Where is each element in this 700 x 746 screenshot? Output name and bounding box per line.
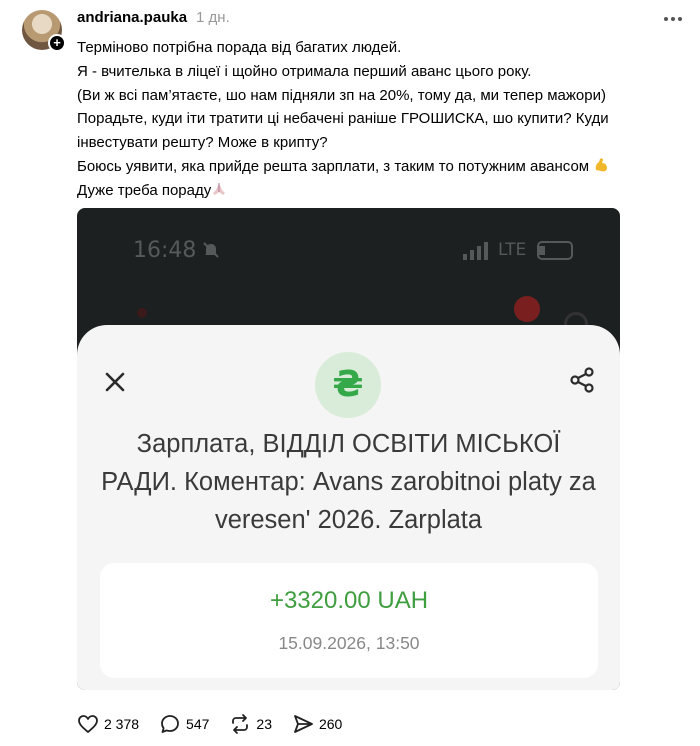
post-text: Терміново потрібна порада від багатих лю… bbox=[77, 36, 677, 203]
phone-status-bar: 16:48 LTE bbox=[77, 228, 620, 274]
background-dot-icon bbox=[137, 308, 147, 318]
share-button[interactable]: 260 bbox=[292, 713, 342, 735]
transaction-datetime: 15.09.2026, 13:50 bbox=[278, 633, 420, 653]
username[interactable]: andriana.pauka bbox=[77, 9, 187, 26]
repost-count: 23 bbox=[256, 716, 272, 732]
bell-muted-icon bbox=[203, 242, 219, 258]
post-text-line-flex: Боюсь уявити, яка прийде решта зарплати,… bbox=[77, 155, 677, 179]
folded-hands-emoji-icon bbox=[213, 182, 226, 195]
comment-button[interactable]: 547 bbox=[159, 713, 209, 735]
status-time: 16:48 bbox=[133, 238, 197, 263]
comment-icon bbox=[161, 715, 179, 733]
follow-plus-icon[interactable]: + bbox=[48, 34, 66, 52]
repost-icon bbox=[232, 714, 249, 734]
flexed-biceps-emoji-icon bbox=[596, 158, 608, 172]
like-count: 2 378 bbox=[104, 716, 140, 732]
post-text-line-pray: Дуже треба пораду bbox=[77, 179, 677, 203]
post-header: andriana.pauka 1 дн. bbox=[77, 9, 230, 29]
share-icon[interactable] bbox=[568, 366, 596, 394]
transaction-sheet: ₴ Зарплата, ВІДДІЛ ОСВІТИ МІСЬКОЇ РАДИ. … bbox=[77, 325, 620, 690]
close-icon[interactable] bbox=[104, 371, 126, 393]
signal-icon bbox=[463, 242, 488, 260]
amount-card: +3320.00 UAH 15.09.2026, 13:50 bbox=[100, 563, 598, 678]
post-text-line: Терміново потрібна порада від багатих лю… bbox=[77, 39, 402, 56]
background-badge-icon bbox=[514, 296, 540, 322]
post-actions: 2 378 547 23 260 bbox=[77, 712, 362, 736]
transaction-amount: +3320.00 UAH bbox=[269, 587, 429, 614]
more-options-button[interactable] bbox=[664, 12, 686, 26]
more-dots-icon bbox=[664, 17, 668, 21]
transaction-title: Зарплата, ВІДДІЛ ОСВІТИ МІСЬКОЇ РАДИ. Ко… bbox=[101, 430, 596, 534]
post-image[interactable]: 16:48 LTE ₴ Зарплата, ВІДДІЛ ОСВІТИ МІСЬ… bbox=[77, 208, 620, 690]
post-text-line: (Ви ж всі пам’ятаєте, шо нам підняли зп … bbox=[77, 86, 606, 104]
comment-count: 547 bbox=[186, 716, 210, 732]
currency-symbol: ₴ bbox=[332, 364, 364, 405]
battery-icon bbox=[537, 241, 573, 260]
network-label: LTE bbox=[498, 240, 527, 260]
hryvnia-icon: ₴ bbox=[315, 352, 381, 418]
post-time: 1 дн. bbox=[196, 9, 230, 26]
heart-icon bbox=[78, 715, 98, 733]
post-text-line: Я - вчителька в ліцеї і щойно отримала п… bbox=[77, 62, 532, 80]
share-count: 260 bbox=[318, 716, 343, 732]
repost-button[interactable]: 23 bbox=[229, 713, 272, 735]
send-icon bbox=[294, 715, 313, 733]
like-button[interactable]: 2 378 bbox=[77, 713, 139, 735]
post-text-line: Порадьте, куди іти тратити ці небачені р… bbox=[77, 110, 609, 152]
